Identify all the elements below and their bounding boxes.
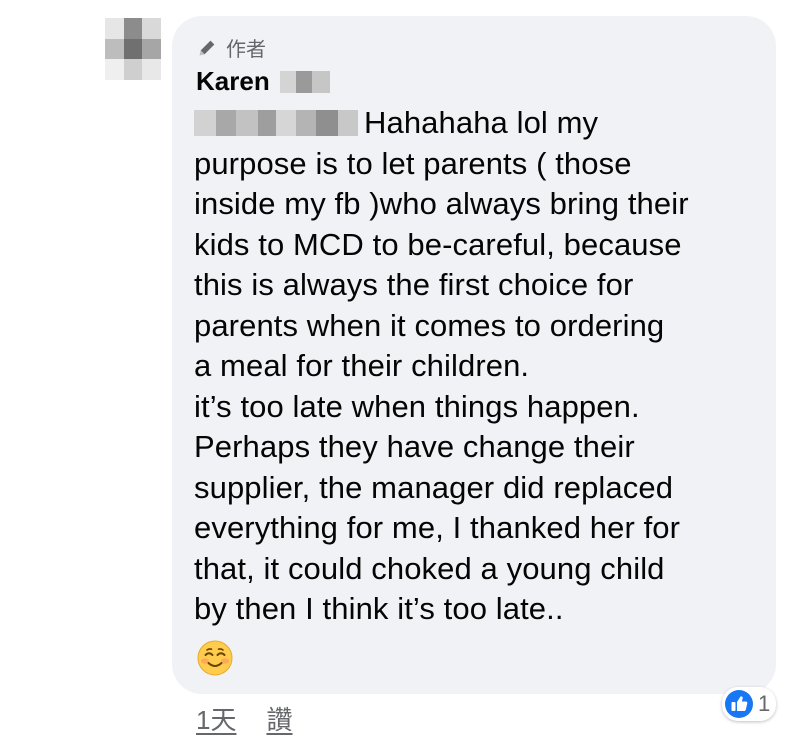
pen-icon <box>199 40 215 55</box>
comment-timestamp[interactable]: 1天 <box>196 700 236 737</box>
comment-line: supplier, the manager did replaced <box>194 469 674 505</box>
like-button[interactable]: 讚 <box>266 700 292 737</box>
comment-footer: 1天 讚 <box>196 700 292 737</box>
comment-line: this is always the first choice for <box>194 267 634 302</box>
comment-text: Hahahaha lol my purpose is to let parent… <box>194 103 766 630</box>
comment-line: that, it could choked a young child <box>194 550 665 586</box>
comment-line: Perhaps they have change their <box>194 429 635 464</box>
comment-author[interactable]: Karen <box>196 66 330 97</box>
comment-line: it’s too late when things happen. <box>194 388 640 424</box>
avatar[interactable] <box>105 18 161 80</box>
author-name[interactable]: Karen <box>196 66 270 97</box>
reaction-count-pill[interactable]: 1 <box>722 687 777 721</box>
comment-line: purpose is to let parents ( those <box>194 145 632 181</box>
comment-line: a meal for their children. <box>194 348 530 383</box>
comment-line: by then I think it’s too late.. <box>194 591 564 626</box>
comment-line: everything for me, I thanked her for <box>194 510 681 545</box>
comment-line: inside my fb )who always bring their <box>194 186 689 221</box>
comment-line: kids to MCD to be-careful, because <box>194 226 682 262</box>
reaction-count: 1 <box>758 691 771 716</box>
smiling-face-emoji-icon <box>197 640 233 676</box>
like-icon <box>725 690 753 718</box>
comment-line: parents when it comes to ordering <box>194 307 665 343</box>
author-badge: 作者 <box>196 33 266 62</box>
redacted-surname <box>279 70 330 93</box>
author-badge-label: 作者 <box>226 39 266 61</box>
comment-line-1: Hahahaha lol my <box>194 103 766 144</box>
redacted-mention[interactable] <box>194 110 358 136</box>
